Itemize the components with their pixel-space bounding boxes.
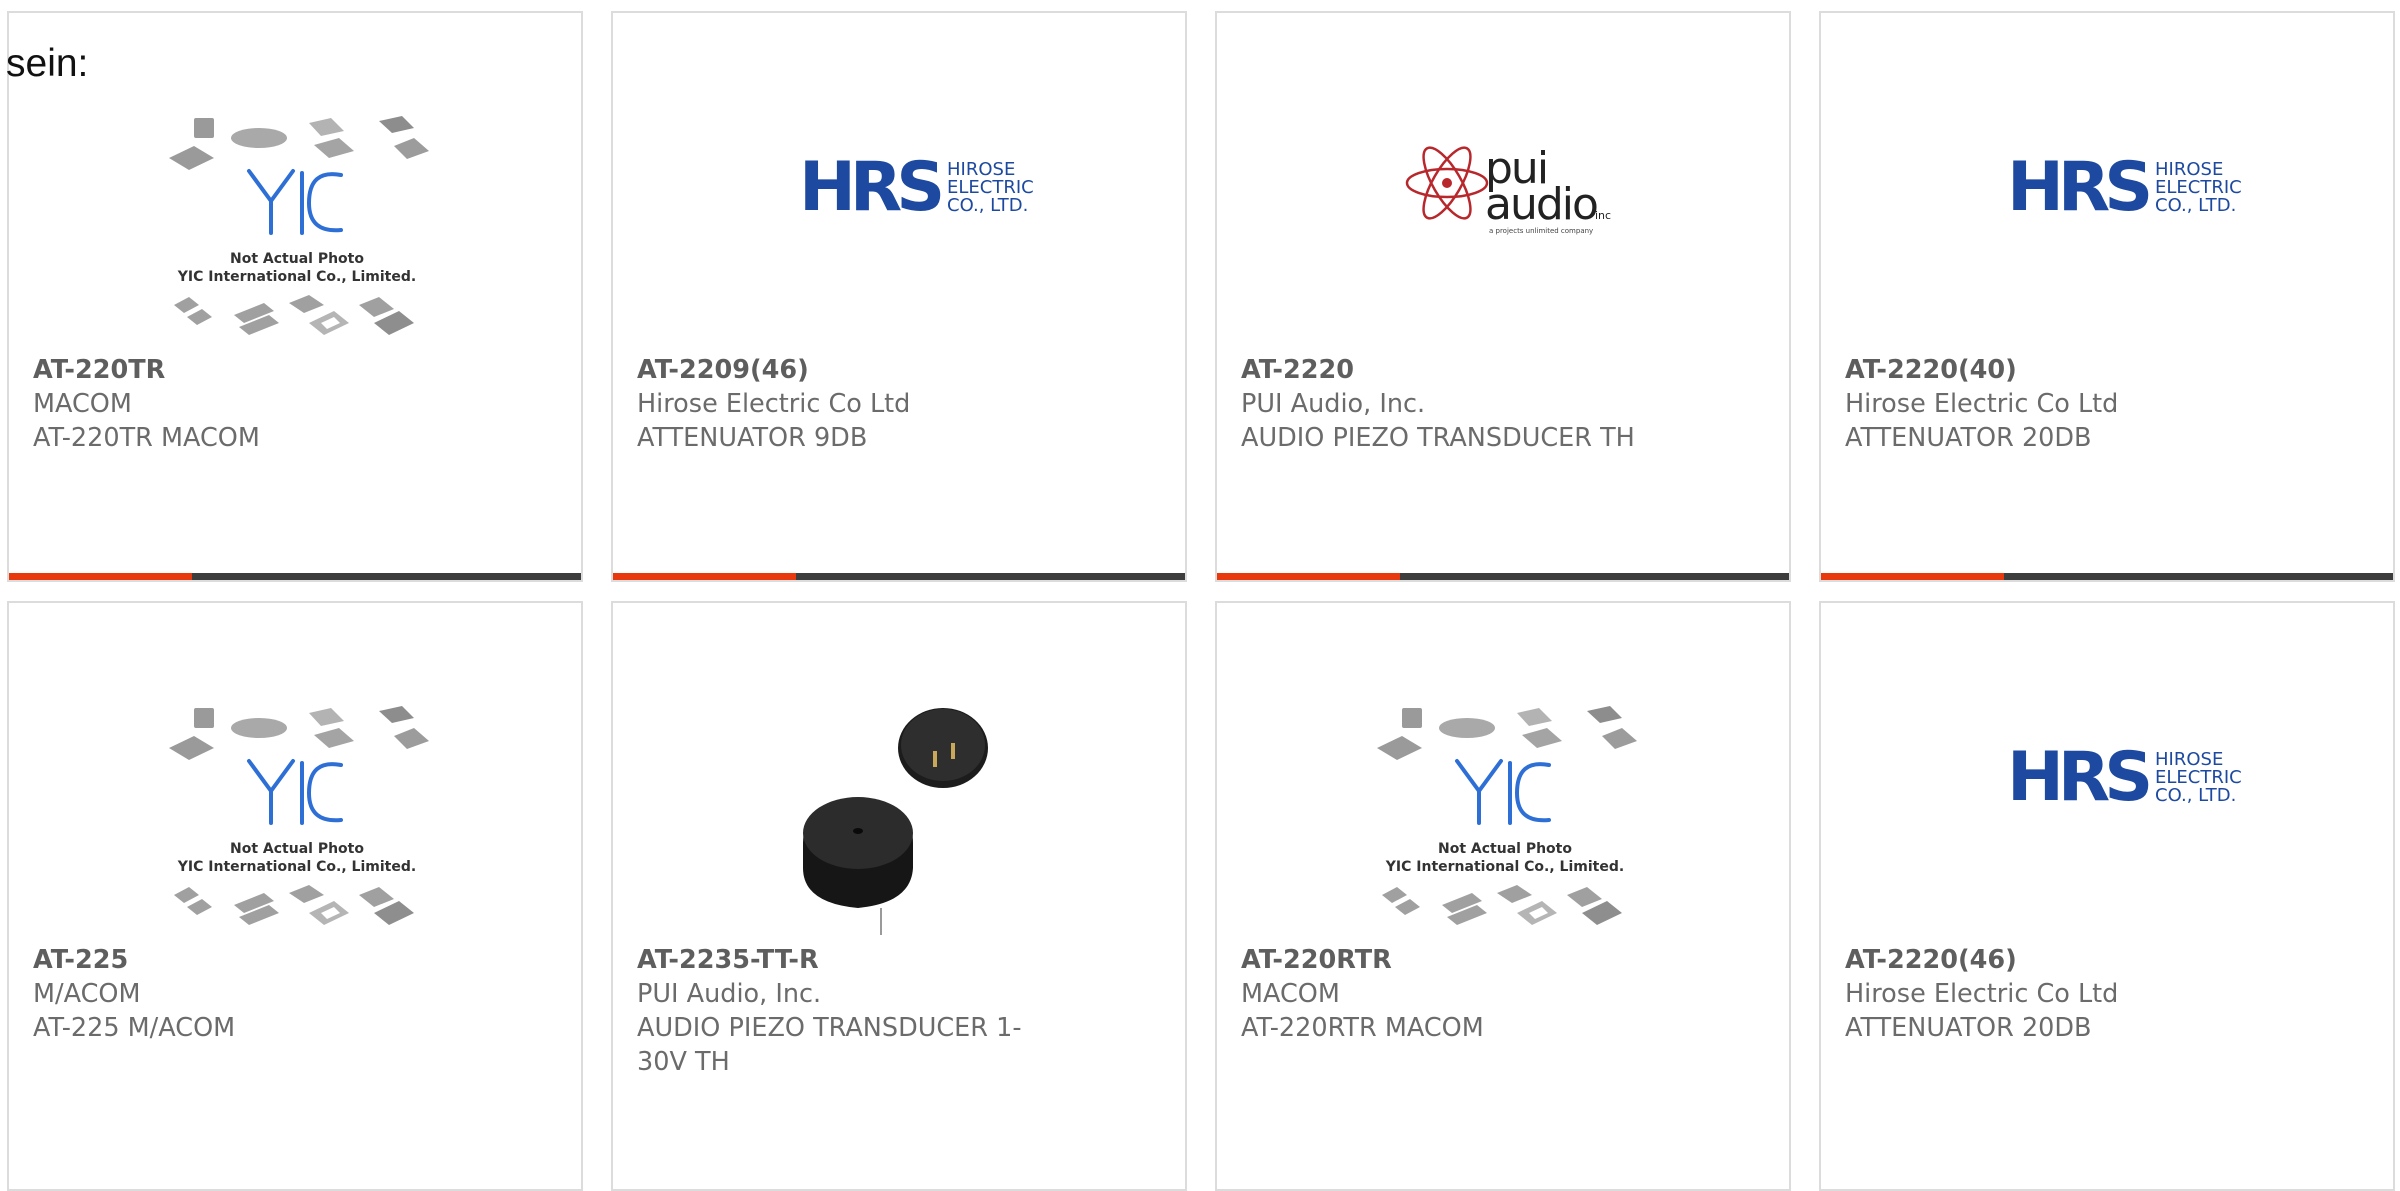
part-number[interactable]: AT-2220(40)	[1845, 353, 2265, 387]
manufacturer: MACOM	[1241, 979, 1340, 1009]
product-card[interactable]: HRS HIROSE ELECTRIC CO., LTD. AT-2220(40…	[1819, 11, 2395, 582]
hrs-line-3: CO., LTD.	[2155, 785, 2236, 806]
manufacturer: Hirose Electric Co Ltd	[1845, 389, 2119, 419]
manufacturer: MACOM	[33, 389, 132, 419]
description: ATTENUATOR 20DB	[1845, 423, 2092, 453]
yic-caption-1: Not Actual Photo	[230, 251, 364, 267]
product-image-hrs-logo: HRS HIROSE ELECTRIC CO., LTD.	[1821, 673, 2393, 943]
product-card[interactable]: Not Actual Photo YIC International Co., …	[1215, 601, 1791, 1191]
part-number[interactable]: AT-220RTR	[1241, 943, 1661, 977]
product-card[interactable]: Not Actual Photo YIC International Co., …	[7, 11, 583, 582]
manufacturer: Hirose Electric Co Ltd	[1845, 979, 2119, 1009]
part-number[interactable]: AT-2220	[1241, 353, 1661, 387]
description: AT-220TR MACOM	[33, 423, 260, 453]
hrs-mark: HRS	[799, 148, 940, 227]
product-image-piezo-photo	[613, 673, 1185, 943]
product-card[interactable]: pui audio inc a projects unlimited compa…	[1215, 11, 1791, 582]
description: AUDIO PIEZO TRANSDUCER TH	[1241, 423, 1635, 453]
part-number[interactable]: AT-2220(46)	[1845, 943, 2265, 977]
product-card[interactable]: HRS HIROSE ELECTRIC CO., LTD. AT-2209(46…	[611, 11, 1187, 582]
yic-caption-2: YIC International Co., Limited.	[177, 859, 416, 875]
part-number[interactable]: AT-220TR	[33, 353, 453, 387]
manufacturer: PUI Audio, Inc.	[637, 979, 822, 1009]
part-number[interactable]: AT-2235-TT-R	[637, 943, 1057, 977]
description: AT-225 M/ACOM	[33, 1013, 236, 1043]
description: ATTENUATOR 9DB	[637, 423, 868, 453]
manufacturer: PUI Audio, Inc.	[1241, 389, 1426, 419]
yic-caption-1: Not Actual Photo	[230, 841, 364, 857]
card-accent-bar	[1821, 573, 2393, 580]
product-card[interactable]: Not Actual Photo YIC International Co., …	[7, 601, 583, 1191]
manufacturer: M/ACOM	[33, 979, 141, 1009]
product-image-hrs-logo: HRS HIROSE ELECTRIC CO., LTD.	[1821, 83, 2393, 353]
card-accent-bar	[1217, 573, 1789, 580]
product-image-hrs-logo: HRS HIROSE ELECTRIC CO., LTD.	[613, 83, 1185, 353]
description: ATTENUATOR 20DB	[1845, 1013, 2092, 1043]
yic-caption-2: YIC International Co., Limited.	[177, 269, 416, 285]
product-image-yic-placeholder: Not Actual Photo YIC International Co., …	[9, 83, 581, 353]
part-number[interactable]: AT-225	[33, 943, 453, 977]
product-image-yic-placeholder: Not Actual Photo YIC International Co., …	[9, 673, 581, 943]
part-number[interactable]: AT-2209(46)	[637, 353, 1057, 387]
manufacturer: Hirose Electric Co Ltd	[637, 389, 911, 419]
hrs-line-3: CO., LTD.	[2155, 195, 2236, 216]
hrs-line-3: CO., LTD.	[947, 195, 1028, 216]
description: AT-220RTR MACOM	[1241, 1013, 1484, 1043]
card-accent-bar	[613, 573, 1185, 580]
pui-tagline: a projects unlimited company	[1489, 227, 1593, 235]
yic-caption-2: YIC International Co., Limited.	[1385, 859, 1624, 875]
card-accent-bar	[9, 573, 581, 580]
product-card[interactable]: AT-2235-TT-R PUI Audio, Inc. AUDIO PIEZO…	[611, 601, 1187, 1191]
pui-line-2: audio	[1485, 179, 1597, 230]
product-card[interactable]: HRS HIROSE ELECTRIC CO., LTD. AT-2220(46…	[1819, 601, 2395, 1191]
pui-suffix: inc	[1595, 209, 1611, 222]
product-image-yic-placeholder: Not Actual Photo YIC International Co., …	[1217, 673, 1789, 943]
product-image-pui-logo: pui audio inc a projects unlimited compa…	[1217, 83, 1789, 353]
description: AUDIO PIEZO TRANSDUCER 1-30V TH	[637, 1013, 1022, 1077]
yic-caption-1: Not Actual Photo	[1438, 841, 1572, 857]
intro-text: sein:	[6, 42, 89, 85]
hrs-mark: HRS	[2007, 738, 2148, 817]
hrs-mark: HRS	[2007, 148, 2148, 227]
